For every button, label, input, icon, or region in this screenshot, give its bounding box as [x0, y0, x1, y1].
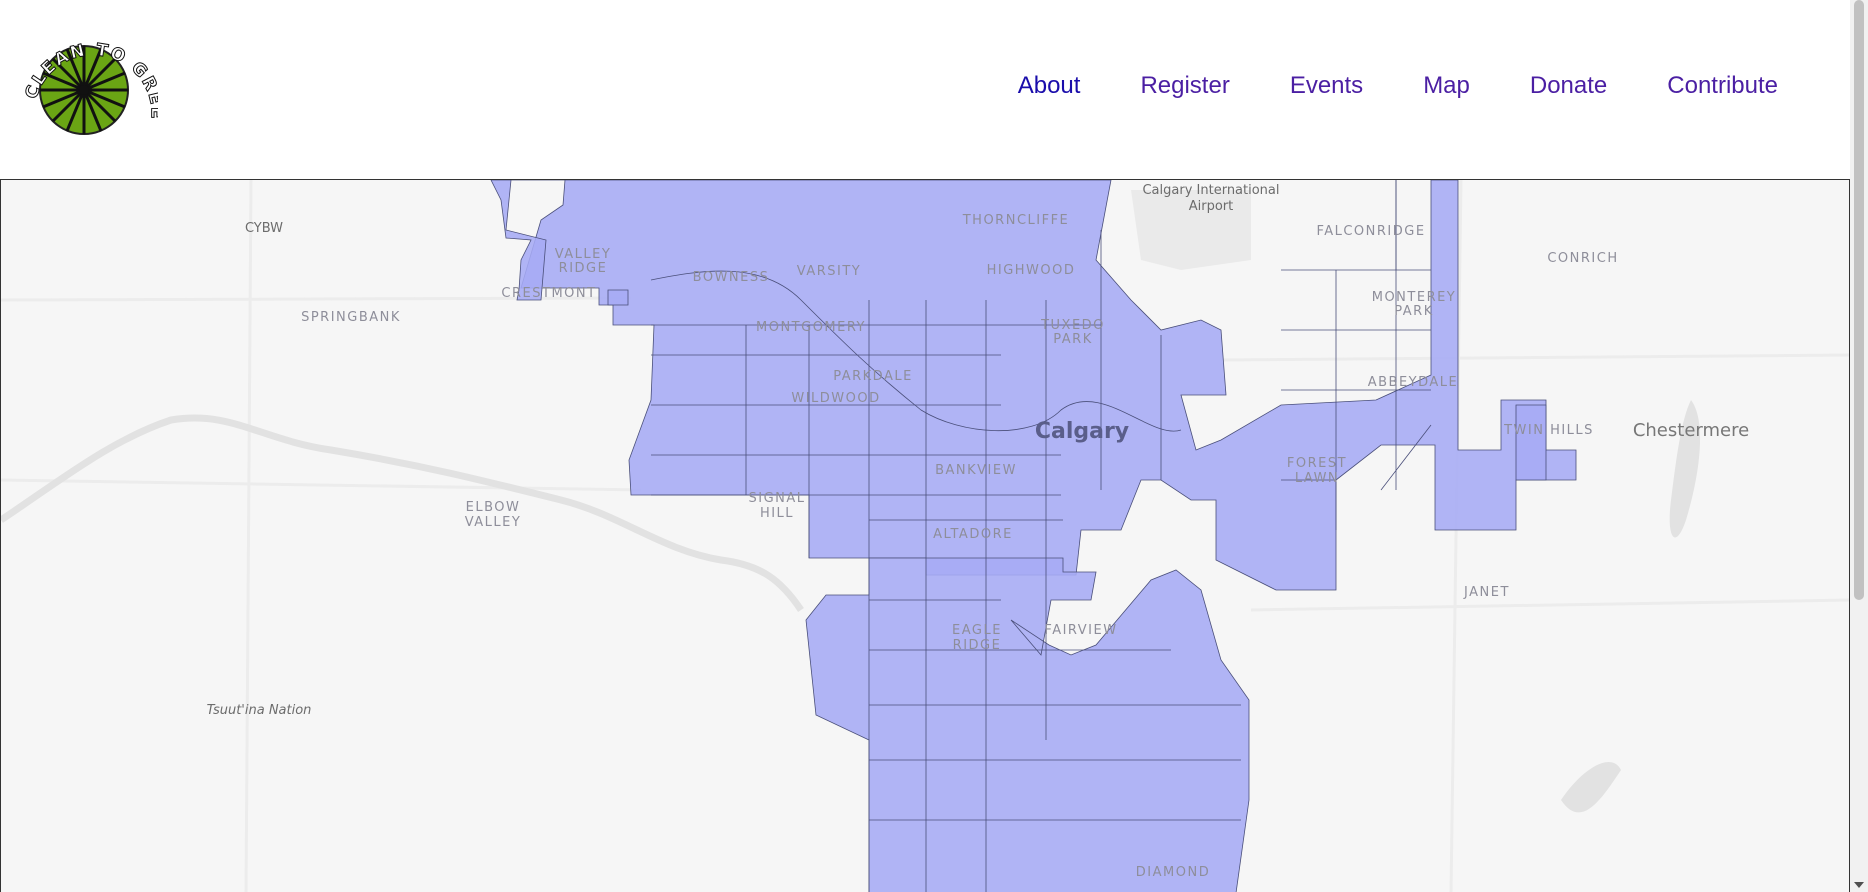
coverage-south: [805, 557, 1250, 892]
label-conrich: CONRICH: [1547, 251, 1618, 266]
label-valley-ridge-2: RIDGE: [559, 261, 608, 276]
site-header: CLEAN TO GREEN About Register Events Map…: [0, 0, 1850, 180]
label-bankview: BANKVIEW: [935, 463, 1017, 478]
label-eagle-ridge-1: EAGLE: [952, 623, 1002, 638]
clean-to-green-logo[interactable]: CLEAN TO GREEN: [18, 18, 158, 158]
scroll-down-icon[interactable]: [1854, 882, 1864, 888]
nav-donate[interactable]: Donate: [1530, 72, 1607, 100]
label-abbeydale: ABBEYDALE: [1368, 375, 1459, 390]
label-calgary: Calgary: [1035, 419, 1129, 444]
label-chestermere: Chestermere: [1633, 420, 1749, 441]
label-falconridge: FALCONRIDGE: [1316, 224, 1425, 239]
coverage-east-twinhills: [1515, 404, 1547, 481]
label-elbow-valley-2: VALLEY: [465, 515, 522, 530]
label-springbank: SPRINGBANK: [301, 310, 401, 325]
label-elbow-valley-1: ELBOW: [466, 500, 521, 515]
label-janet: JANET: [1463, 585, 1510, 600]
label-airport-2: Airport: [1189, 199, 1234, 214]
label-bowness: BOWNESS: [693, 270, 770, 285]
main-nav: About Register Events Map Donate Contrib…: [1018, 72, 1778, 100]
map-canvas[interactable]: Calgary International Airport CYBW SPRIN…: [1, 180, 1850, 892]
label-highwood: HIGHWOOD: [987, 263, 1076, 278]
label-wildwood: WILDWOOD: [791, 391, 880, 406]
scrollbar-thumb[interactable]: [1854, 0, 1864, 600]
label-monterey-2: PARK: [1394, 304, 1433, 319]
label-signal-hill-1: SIGNAL: [748, 491, 805, 506]
calgary-map[interactable]: Calgary International Airport CYBW SPRIN…: [0, 179, 1850, 892]
label-montgomery: MONTGOMERY: [756, 320, 866, 335]
label-tuxedo-2: PARK: [1053, 332, 1092, 347]
label-thorncliffe: THORNCLIFFE: [962, 213, 1070, 228]
label-altadore: ALTADORE: [933, 527, 1013, 542]
nav-register[interactable]: Register: [1140, 72, 1229, 100]
label-signal-hill-2: HILL: [760, 506, 794, 521]
coverage-crestmont-block: [607, 289, 629, 306]
label-crestmont: CRESTMONT: [501, 286, 596, 301]
label-diamond: DIAMOND: [1136, 865, 1210, 880]
nav-about[interactable]: About: [1018, 72, 1081, 100]
label-varsity: VARSITY: [797, 264, 861, 279]
nav-events[interactable]: Events: [1290, 72, 1363, 100]
nav-contribute[interactable]: Contribute: [1667, 72, 1778, 100]
label-eagle-ridge-2: RIDGE: [953, 638, 1002, 653]
label-tuxedo-1: TUXEDO: [1040, 318, 1105, 333]
label-forest-lawn-2: LAWN: [1295, 471, 1339, 486]
label-airport-1: Calgary International: [1142, 183, 1279, 198]
label-monterey-1: MONTEREY: [1372, 290, 1457, 305]
page-scrollbar[interactable]: [1850, 0, 1868, 892]
nav-map[interactable]: Map: [1423, 72, 1470, 100]
label-tsuutina: Tsuut'ina Nation: [207, 703, 312, 718]
label-forest-lawn-1: FOREST: [1287, 456, 1347, 471]
label-valley-ridge-1: VALLEY: [555, 247, 612, 262]
label-fairview: FAIRVIEW: [1044, 623, 1117, 638]
label-cybw: CYBW: [245, 221, 283, 236]
label-twin-hills: TWIN HILLS: [1503, 423, 1594, 438]
label-parkdale: PARKDALE: [833, 369, 913, 384]
